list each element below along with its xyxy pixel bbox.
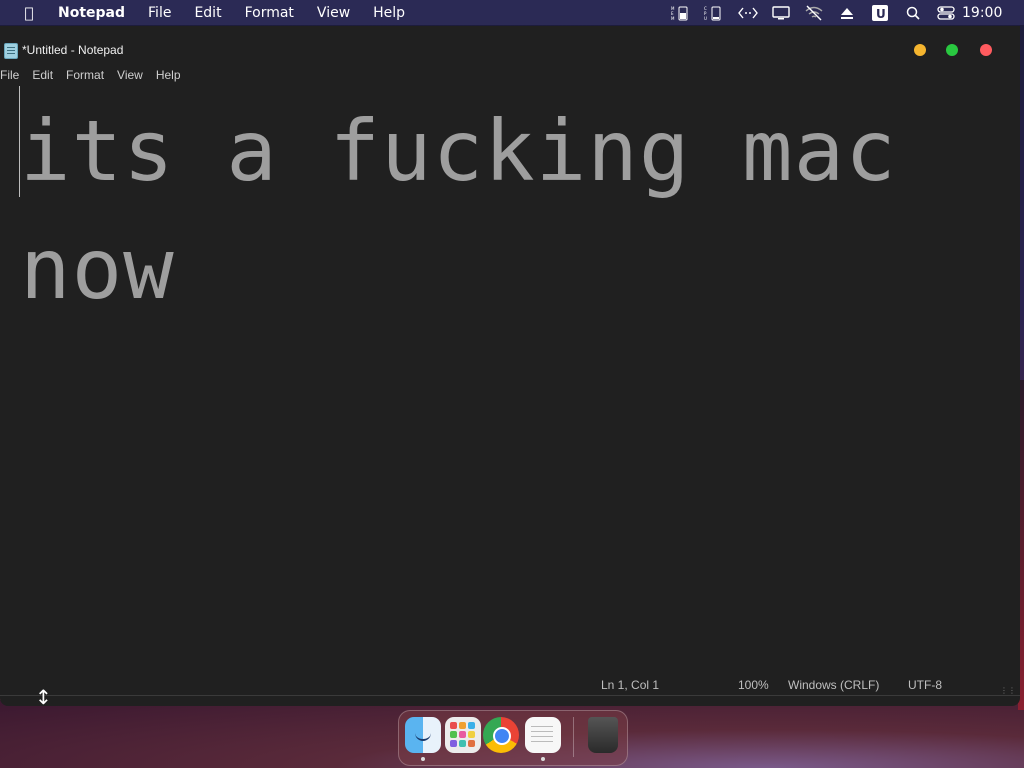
- finder-icon[interactable]: [405, 717, 441, 753]
- svg-text:U: U: [876, 7, 886, 21]
- menu-edit[interactable]: Edit: [194, 5, 221, 21]
- status-divider: [0, 695, 1020, 696]
- dock-separator: [573, 717, 574, 757]
- resize-cursor-icon: ↕: [35, 685, 52, 709]
- eject-icon[interactable]: [830, 0, 863, 25]
- menu-bar:  Notepad File Edit Format View Help MEM…: [0, 0, 1024, 25]
- notepad-window: *Untitled - Notepad File Edit Format Vie…: [0, 26, 1020, 706]
- u-app-icon[interactable]: U: [863, 0, 896, 25]
- status-bar: Ln 1, Col 1 100% Windows (CRLF) UTF-8: [0, 676, 1020, 694]
- cursor-position: Ln 1, Col 1: [601, 678, 660, 692]
- window-menu-file[interactable]: File: [0, 68, 19, 84]
- search-icon[interactable]: [896, 0, 929, 25]
- status-area: MEM CPU U 19:00: [665, 0, 1024, 25]
- encoding: UTF-8: [908, 678, 942, 692]
- svg-text:U: U: [704, 16, 707, 21]
- menu-app-name[interactable]: Notepad: [58, 5, 125, 21]
- apple-menu-icon[interactable]: : [0, 4, 58, 22]
- window-menu-view[interactable]: View: [117, 68, 143, 84]
- textedit-icon[interactable]: [525, 717, 561, 753]
- zoom-level: 100%: [738, 678, 769, 692]
- maximize-button[interactable]: [946, 44, 958, 56]
- control-center-icon[interactable]: [929, 0, 962, 25]
- resize-grip-icon[interactable]: ⋮⋮: [1000, 686, 1016, 695]
- close-button[interactable]: [980, 44, 992, 56]
- trash-icon[interactable]: [588, 717, 618, 753]
- display-icon[interactable]: [764, 0, 797, 25]
- chrome-icon[interactable]: [483, 717, 519, 753]
- window-menu-help[interactable]: Help: [156, 68, 181, 84]
- textedit-running-indicator: [541, 757, 545, 761]
- window-menu-edit[interactable]: Edit: [32, 68, 53, 84]
- notepad-app-icon: [4, 43, 18, 59]
- menu-file[interactable]: File: [148, 5, 171, 21]
- code-icon[interactable]: [731, 0, 764, 25]
- window-menu-format[interactable]: Format: [66, 68, 104, 84]
- text-editor[interactable]: its a fucking mac now: [20, 92, 1010, 672]
- svg-text:M: M: [671, 16, 675, 21]
- menu-clock[interactable]: 19:00: [962, 5, 1014, 21]
- minimize-button[interactable]: [914, 44, 926, 56]
- window-titlebar[interactable]: *Untitled - Notepad: [0, 26, 1020, 74]
- line-ending: Windows (CRLF): [788, 678, 880, 692]
- cpu-monitor-icon[interactable]: CPU: [698, 0, 731, 25]
- finder-running-indicator: [421, 757, 425, 761]
- memory-monitor-icon[interactable]: MEM: [665, 0, 698, 25]
- menu-format[interactable]: Format: [245, 5, 294, 21]
- dock: [398, 710, 628, 766]
- window-menu-bar: File Edit Format View Help: [0, 68, 194, 84]
- menu-help[interactable]: Help: [373, 5, 405, 21]
- launchpad-icon[interactable]: [445, 717, 481, 753]
- window-title: *Untitled - Notepad: [22, 43, 124, 57]
- menu-view[interactable]: View: [317, 5, 350, 21]
- wifi-off-icon[interactable]: [797, 0, 830, 25]
